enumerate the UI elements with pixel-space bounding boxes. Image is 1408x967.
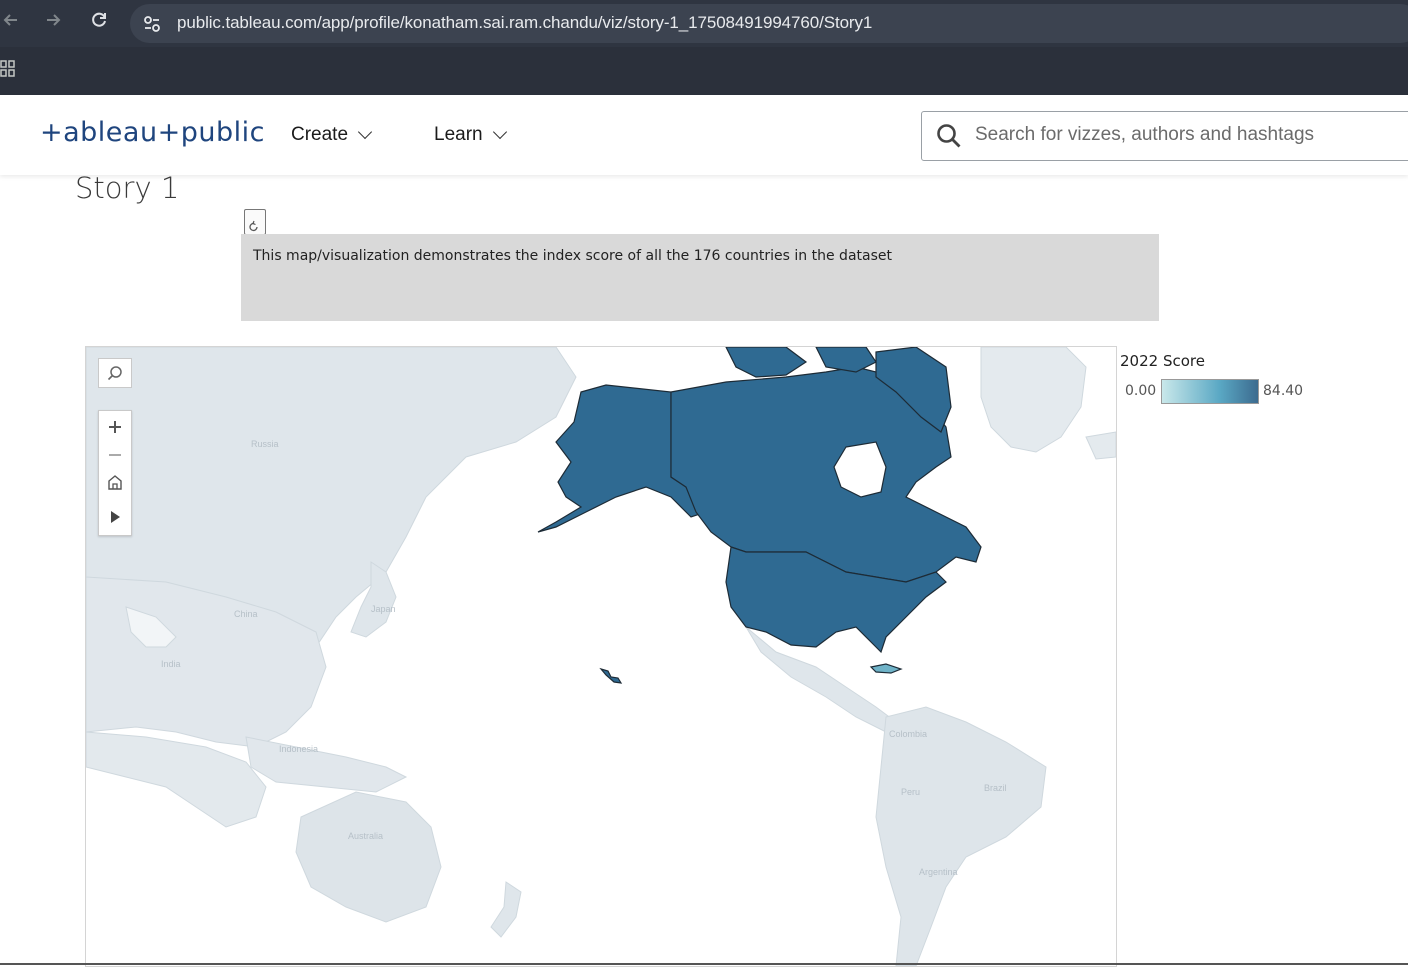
- play-button[interactable]: [99, 503, 131, 531]
- zoom-out-icon: [109, 454, 121, 456]
- home-icon: [108, 475, 122, 490]
- map-label-colombia: Colombia: [889, 729, 927, 739]
- arrow-left-icon: [3, 14, 17, 26]
- south-america-region: [875, 706, 1047, 966]
- map-label-china: China: [234, 609, 258, 619]
- zoom-in-icon: [109, 421, 121, 433]
- legend-max-value: 84.40: [1263, 383, 1304, 399]
- map-label-indonesia: Indonesia: [279, 744, 318, 754]
- zoom-out-button[interactable]: [99, 441, 131, 469]
- reload-button[interactable]: [86, 10, 112, 36]
- map-label-argentina: Argentina: [919, 867, 958, 877]
- southeast-asia-region: [86, 731, 267, 828]
- map-zoom-toolbar: [98, 410, 132, 536]
- cuba-region: [869, 663, 903, 674]
- zoom-in-button[interactable]: [99, 413, 131, 441]
- legend-title: 2022 Score: [1120, 352, 1205, 370]
- search-input[interactable]: [975, 124, 1395, 146]
- menu-learn-label: Learn: [434, 124, 483, 145]
- indonesia-region: [245, 736, 408, 793]
- play-icon: [111, 511, 120, 523]
- choropleth-map[interactable]: Russia China Japan India Indonesia Austr…: [85, 346, 1117, 967]
- back-button[interactable]: [0, 10, 24, 36]
- legend-color-ramp: [1161, 379, 1259, 404]
- tableau-public-logo[interactable]: +ableau+public: [40, 117, 265, 148]
- url-text[interactable]: public.tableau.com/app/profile/konatham.…: [177, 13, 872, 33]
- story-title: Story 1: [75, 171, 180, 205]
- map-label-russia: Russia: [251, 439, 279, 449]
- home-button[interactable]: [99, 468, 131, 496]
- greenland-region: [980, 347, 1087, 453]
- map-label-japan: Japan: [371, 604, 396, 614]
- revert-icon: [249, 220, 258, 232]
- legend-min-value: 0.00: [1125, 383, 1157, 399]
- search-icon[interactable]: [935, 122, 963, 150]
- hawaii-region: [599, 667, 623, 684]
- map-label-peru: Peru: [901, 787, 920, 797]
- search-icon: [107, 366, 122, 381]
- logo-text: +ableau+public: [40, 117, 265, 148]
- map-label-australia: Australia: [348, 831, 383, 841]
- iceland-region: [1085, 431, 1116, 460]
- map-label-india: India: [161, 659, 181, 669]
- bookmarks-bar: [0, 47, 1408, 95]
- chevron-down-icon: [492, 124, 507, 140]
- map-label-brazil: Brazil: [984, 783, 1007, 793]
- story-point-button[interactable]: [244, 209, 266, 235]
- forward-button[interactable]: [40, 10, 66, 36]
- map-search-button[interactable]: [98, 358, 132, 388]
- chevron-down-icon: [357, 124, 373, 140]
- reload-icon: [92, 12, 106, 27]
- new-zealand-region: [490, 881, 522, 938]
- menu-create-label: Create: [291, 124, 349, 145]
- story-caption-text: This map/visualization demonstrates the …: [253, 248, 892, 264]
- australia-region: [295, 791, 442, 923]
- site-info-button[interactable]: [140, 12, 164, 36]
- arrow-right-icon: [47, 14, 61, 26]
- apps-grid-icon[interactable]: [0, 60, 16, 78]
- tune-icon: [144, 16, 160, 32]
- menu-create[interactable]: Create: [291, 124, 373, 146]
- menu-learn[interactable]: Learn: [434, 124, 507, 146]
